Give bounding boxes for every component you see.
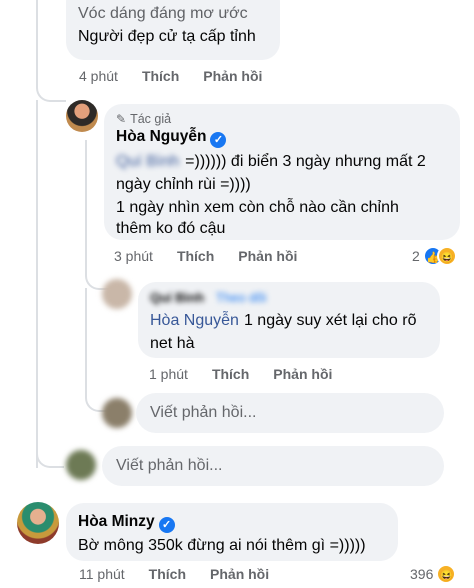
reply-input-placeholder: Viết phản hồi... (116, 457, 223, 474)
reply-button[interactable]: Phản hồi (203, 68, 262, 84)
author-badge: ✎ Tác giả (116, 112, 171, 126)
comment-actions-reply: 1 phút Thích Phản hồi (149, 366, 356, 382)
commenter-name[interactable]: Hòa Minzy ✓ (78, 513, 175, 533)
author-badge-label: Tác giả (130, 112, 172, 126)
haha-reaction-icon: 😆 (436, 564, 457, 584)
comment-line: Hòa Nguyễn 1 ngày suy xét lại cho rõ (150, 309, 417, 332)
reaction-count: 2 (412, 248, 420, 264)
comment-actions-top: 4 phút Thích Phản hồi (79, 68, 286, 84)
reply-input[interactable]: Viết phản hồi... (102, 446, 444, 486)
comment-time[interactable]: 11 phút (79, 566, 125, 582)
mentioned-user[interactable]: Hòa Nguyễn (150, 312, 239, 329)
verified-badge-icon: ✓ (210, 132, 227, 148)
reply-input[interactable]: Viết phản hồi... (136, 393, 444, 433)
reaction-count: 396 (410, 566, 434, 582)
thread-line-author (36, 100, 38, 468)
avatar (102, 398, 132, 428)
reply-button[interactable]: Phản hồi (238, 248, 297, 264)
commenter-name-text[interactable]: Hòa Nguyễn (116, 128, 206, 145)
comment-bubble-reply: Quí Bình Theo dõi Hòa Nguyễn 1 ngày suy x… (138, 282, 440, 358)
like-button[interactable]: Thích (149, 566, 186, 582)
comment-time[interactable]: 1 phút (149, 366, 188, 382)
follow-link[interactable]: Theo dõi (216, 290, 267, 305)
comment-actions-minzy: 11 phút Thích Phản hồi (79, 566, 293, 582)
comment-actions-author: 3 phút Thích Phản hồi (114, 248, 321, 264)
avatar (66, 450, 96, 480)
thread-line-top (36, 0, 66, 102)
like-button[interactable]: Thích (142, 68, 179, 84)
comment-line: Người đẹp cử tạ cấp tỉnh (78, 28, 256, 45)
reply-button[interactable]: Phản hồi (273, 366, 332, 382)
comment-line: thêm ko đó cậu (116, 220, 226, 237)
avatar[interactable] (102, 279, 132, 309)
like-button[interactable]: Thích (177, 248, 214, 264)
comment-line: net hà (150, 335, 195, 352)
comment-time[interactable]: 4 phút (79, 68, 118, 84)
comment-line: Bờ mông 350k đừng ai nói thêm gì =))))) (78, 537, 366, 554)
comment-time[interactable]: 3 phút (114, 248, 153, 264)
comment-bubble-top: Vóc dáng đáng mơ ước Người đẹp cử tạ cấp… (66, 0, 280, 60)
reaction-summary[interactable]: 2 👍 😆 (412, 246, 457, 266)
reply-input-placeholder: Viết phản hồi... (150, 404, 257, 421)
comment-line: ngày chỉnh rùi =)))) (116, 176, 251, 193)
reply-button[interactable]: Phản hồi (210, 566, 269, 582)
verified-badge-icon: ✓ (158, 517, 175, 533)
comment-line: Quí Bình =)))))) đi biển 3 ngày nhưng mất… (116, 150, 426, 173)
commenter-name[interactable]: Hòa Nguyễn ✓ (116, 128, 227, 148)
comment-bubble-author: ✎ Tác giả Hòa Nguyễn ✓ Quí Bình =)))))) đi… (104, 104, 460, 240)
haha-reaction-icon: 😆 (436, 246, 457, 266)
thread-line-author-to-input (36, 440, 64, 468)
avatar[interactable] (66, 100, 98, 132)
comment-bubble-minzy: Hòa Minzy ✓ Bờ mông 350k đừng ai nói thêm… (66, 503, 398, 561)
avatar[interactable] (17, 502, 59, 544)
reaction-summary[interactable]: 396 😆 (410, 564, 457, 584)
like-button[interactable]: Thích (212, 366, 249, 382)
reply-header: Quí Bình Theo dõi (150, 290, 266, 305)
comment-line: Vóc dáng đáng mơ ước (78, 5, 248, 22)
commenter-name-text[interactable]: Hòa Minzy (78, 513, 155, 530)
mentioned-user[interactable]: Quí Bình (116, 153, 179, 170)
comment-line-text: 1 ngày suy xét lại cho rõ (243, 312, 417, 329)
pencil-icon: ✎ (116, 112, 127, 126)
commenter-name[interactable]: Quí Bình (150, 290, 204, 305)
comment-line: 1 ngày nhìn xem còn chỗ nào cần chỉnh (116, 199, 399, 216)
comment-line-text: =)))))) đi biển 3 ngày nhưng mất 2 (185, 153, 426, 170)
